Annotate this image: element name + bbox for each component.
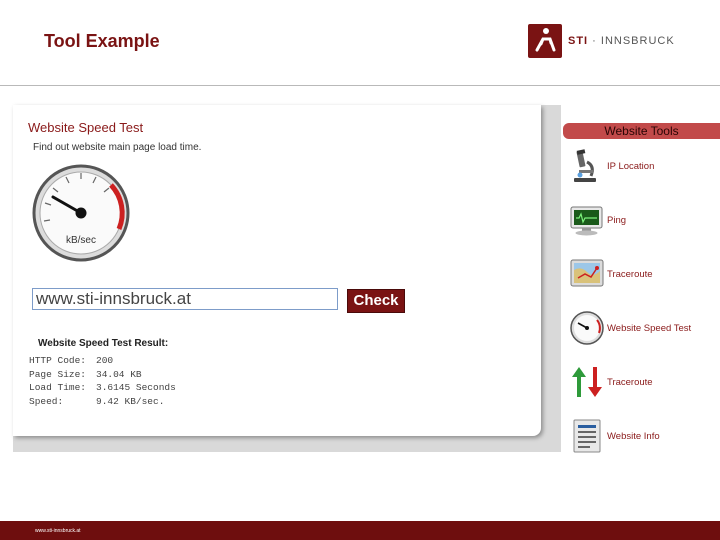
tool-item-website-info[interactable]: Website Info <box>569 418 720 456</box>
result-row: Speed: 9.42 KB/sec. <box>29 395 176 409</box>
website-tools-header: Website Tools <box>563 123 720 139</box>
tool-item-traceroute-2[interactable]: Traceroute <box>569 364 720 402</box>
monitor-icon <box>569 202 605 238</box>
slide-title: Tool Example <box>44 31 160 51</box>
result-row: HTTP Code: 200 <box>29 354 176 368</box>
footer-url: www.sti-innsbruck.at <box>35 528 81 534</box>
tool-label: Website Speed Test <box>607 323 692 334</box>
header-divider <box>0 85 720 86</box>
result-row: Page Size: 34.04 KB <box>29 368 176 382</box>
speed-test-title: Website Speed Test <box>28 120 144 135</box>
tool-label: Traceroute <box>607 269 653 280</box>
tool-item-ping[interactable]: Ping <box>569 202 720 240</box>
result-value: 200 <box>96 355 114 367</box>
result-value: 34.04 KB <box>96 368 142 380</box>
website-tools-sidebar: Website Tools IP Location Ping Tracerout… <box>563 105 720 453</box>
result-row: Load Time: 3.6145 Seconds <box>29 381 176 395</box>
tool-label: IP Location <box>607 161 655 172</box>
map-icon <box>569 256 605 292</box>
result-key: Speed: <box>29 395 64 407</box>
document-icon <box>569 418 605 454</box>
result-key: HTTP Code: <box>29 355 87 367</box>
tool-label: Website Info <box>607 431 660 442</box>
result-table: HTTP Code: 200 Page Size: 34.04 KB Load Ti… <box>29 354 176 408</box>
tool-item-ip-location[interactable]: IP Location <box>569 148 720 186</box>
microscope-icon <box>569 148 605 184</box>
speed-test-panel: Website Speed Test Find out website main… <box>13 105 541 436</box>
speed-test-subtitle: Find out website main page load time. <box>33 142 202 153</box>
speed-test-screenshot: Website Speed Test Find out website main… <box>13 105 561 452</box>
result-value: 9.42 KB/sec. <box>96 395 165 407</box>
result-key: Page Size: <box>29 368 87 380</box>
sti-innsbruck-logo: STI · INNSBRUCK <box>528 24 675 58</box>
up-down-arrows-icon <box>569 364 605 400</box>
result-value: 3.6145 Seconds <box>96 382 176 394</box>
url-input[interactable] <box>32 288 338 310</box>
tool-label: Traceroute <box>607 377 653 388</box>
tool-label: Ping <box>607 215 627 226</box>
check-button[interactable]: Check <box>347 289 405 313</box>
tool-item-traceroute[interactable]: Traceroute <box>569 256 720 294</box>
gauge-unit-label: kB/sec <box>66 235 96 246</box>
result-title: Website Speed Test Result: <box>38 338 169 349</box>
speedometer-icon <box>569 310 605 346</box>
speedometer-gauge-icon: kB/sec <box>31 163 135 272</box>
sti-logo-icon <box>528 24 562 58</box>
footer-bar <box>0 521 720 540</box>
tool-item-website-speed-test[interactable]: Website Speed Test <box>569 310 720 348</box>
logo-text: STI · INNSBRUCK <box>568 35 675 47</box>
result-key: Load Time: <box>29 382 87 394</box>
